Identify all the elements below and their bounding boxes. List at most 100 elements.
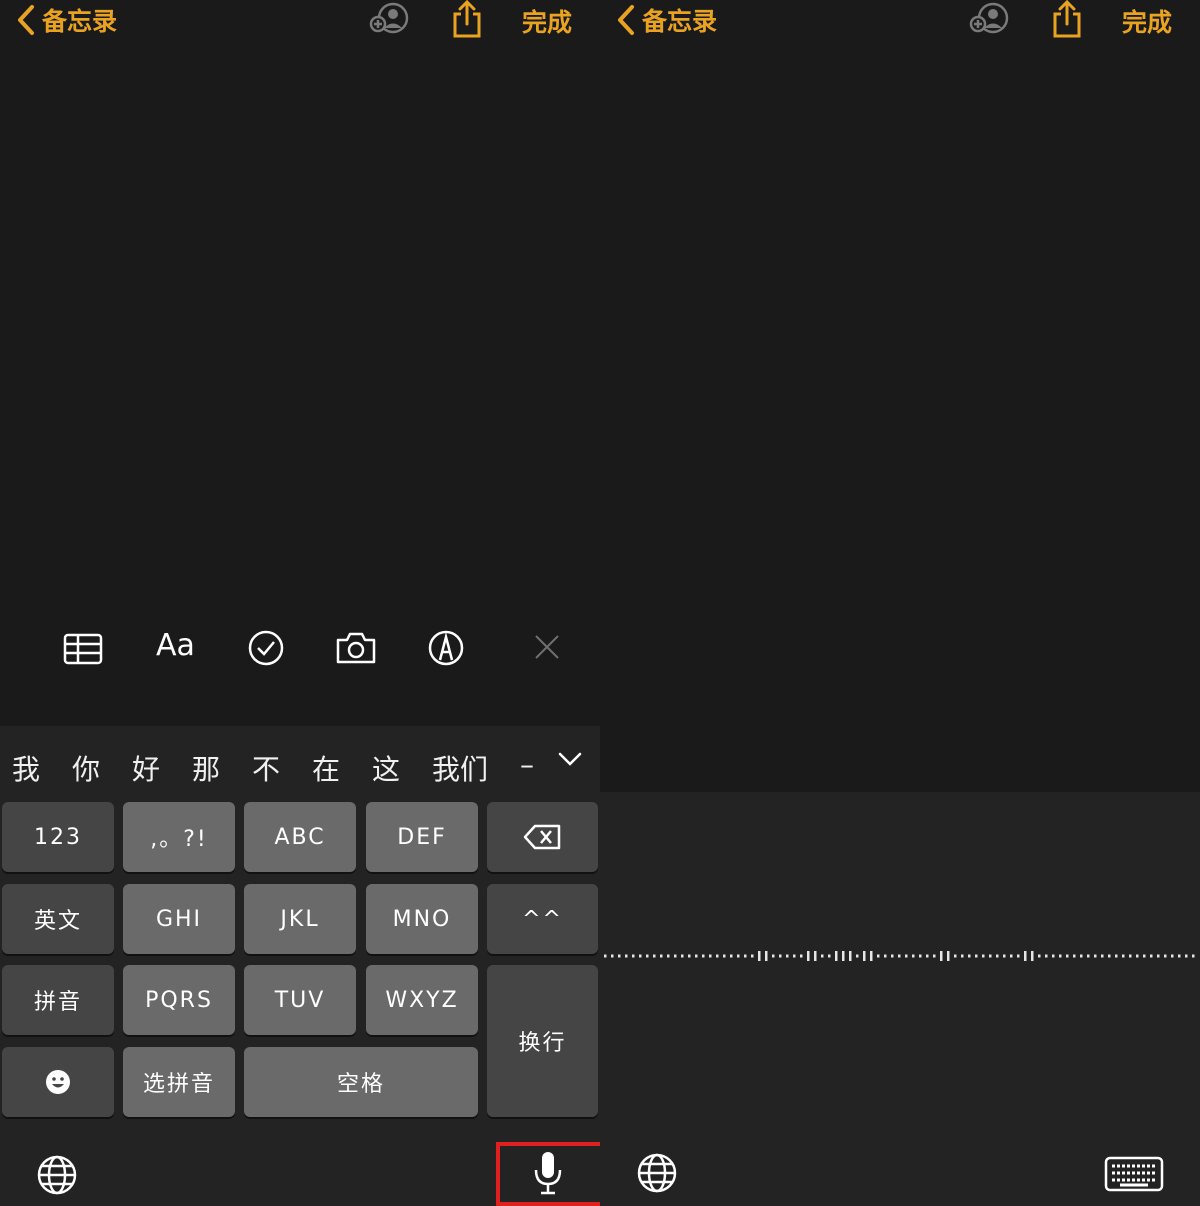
keyboard-icon[interactable] [1104,1156,1164,1192]
waveform-dot [1122,954,1125,958]
key-caret[interactable]: ^^ [487,884,598,954]
people-icon[interactable] [968,0,1012,38]
key-english[interactable]: 英文 [2,884,114,954]
back-label: 备忘录 [642,7,718,36]
emoji-icon [46,1070,70,1094]
waveform-dot [807,951,810,961]
candidate-item[interactable]: – [520,748,534,781]
key-pinyin[interactable]: 拼音 [2,965,114,1035]
people-icon[interactable] [368,0,412,38]
key-jkl[interactable]: JKL [244,884,356,954]
candidate-item[interactable]: 我 [12,748,40,788]
notes-screen-keyboard: 备忘录 完成 Aa 我 你 好 那 不 在 这 我们 – 123 ,。?! AB… [0,0,600,1206]
key-pqrs[interactable]: PQRS [123,965,235,1035]
key-abc[interactable]: ABC [244,802,356,872]
waveform-dot [835,951,838,961]
done-button[interactable]: 完成 [522,3,572,39]
key-choose-pinyin[interactable]: 选拼音 [123,1047,235,1117]
space-key[interactable]: 空格 [244,1047,478,1117]
waveform-dot [814,951,817,961]
table-icon[interactable] [62,632,104,666]
camera-icon[interactable] [334,630,378,666]
waveform-dot [947,951,950,961]
waveform-dot [912,954,915,958]
waveform-dot [926,954,929,958]
waveform-dot [723,954,726,958]
key-tuv[interactable]: TUV [244,965,356,1035]
emoji-button[interactable] [2,1047,114,1117]
checkmark-circle-icon[interactable] [246,628,286,668]
candidate-item[interactable]: 我们 [432,748,488,788]
key-123[interactable]: 123 [2,802,114,872]
waveform-dot [1031,951,1034,961]
nav-bar: 备忘录 完成 [0,0,600,40]
waveform-dot [772,954,775,958]
dictation-panel [600,792,1200,1206]
waveform-dot [1101,954,1104,958]
chevron-left-icon [18,5,34,35]
key-def[interactable]: DEF [366,802,478,872]
waveform-dot [681,954,684,958]
format-button[interactable]: Aa [156,628,195,663]
waveform-dot [1178,954,1181,958]
key-mno[interactable]: MNO [366,884,478,954]
candidate-item[interactable]: 好 [132,748,160,788]
waveform-dot [709,954,712,958]
candidate-item[interactable]: 在 [312,748,340,788]
globe-icon[interactable] [636,1152,678,1194]
delete-button[interactable] [487,802,598,872]
waveform-dot [1038,954,1041,958]
waveform-dot [1143,954,1146,958]
waveform-dot [1024,951,1027,961]
waveform-dot [646,954,649,958]
waveform-dot [968,954,971,958]
waveform-dot [667,954,670,958]
chevron-down-icon[interactable] [556,750,584,770]
waveform-dot [744,954,747,958]
waveform-dot [730,954,733,958]
back-button[interactable]: 备忘录 [12,2,117,38]
waveform-dot [737,954,740,958]
candidate-bar: 我 你 好 那 不 在 这 我们 – [0,726,600,800]
waveform-dot [856,954,859,958]
share-icon[interactable] [1050,0,1084,38]
waveform-dot [688,954,691,958]
share-icon[interactable] [450,0,484,38]
waveform-dot [660,954,663,958]
waveform-dot [611,954,614,958]
waveform-dot [1136,954,1139,958]
key-wxyz[interactable]: WXYZ [366,965,478,1035]
close-icon[interactable] [532,632,562,662]
pen-circle-icon[interactable] [426,628,466,668]
candidate-item[interactable]: 不 [252,748,280,788]
globe-icon[interactable] [36,1154,78,1196]
waveform-dot [1066,954,1069,958]
done-button[interactable]: 完成 [1122,3,1172,39]
waveform-dot [1073,954,1076,958]
waveform-dot [1192,954,1195,958]
waveform-dot [1185,954,1188,958]
waveform-dot [793,954,796,958]
waveform-dot [996,954,999,958]
back-button[interactable]: 备忘录 [612,2,717,38]
waveform-dot [1164,954,1167,958]
chevron-left-icon [618,5,634,35]
key-newline[interactable]: 换行 [487,965,598,1117]
waveform-dot [961,954,964,958]
candidate-item[interactable]: 你 [72,748,100,788]
waveform-dot [905,954,908,958]
key-ghi[interactable]: GHI [123,884,235,954]
waveform-dot [1003,954,1006,958]
waveform-dot [821,954,824,958]
waveform-dot [1115,954,1118,958]
waveform-dot [632,954,635,958]
key-punctuation[interactable]: ,。?! [123,802,235,872]
waveform-dot [877,954,880,958]
candidate-item[interactable]: 这 [372,748,400,788]
waveform-dot [618,954,621,958]
waveform-dot [1087,954,1090,958]
waveform-dot [828,954,831,958]
candidate-item[interactable]: 那 [192,748,220,788]
waveform-dot [884,954,887,958]
waveform-dot [1129,954,1132,958]
